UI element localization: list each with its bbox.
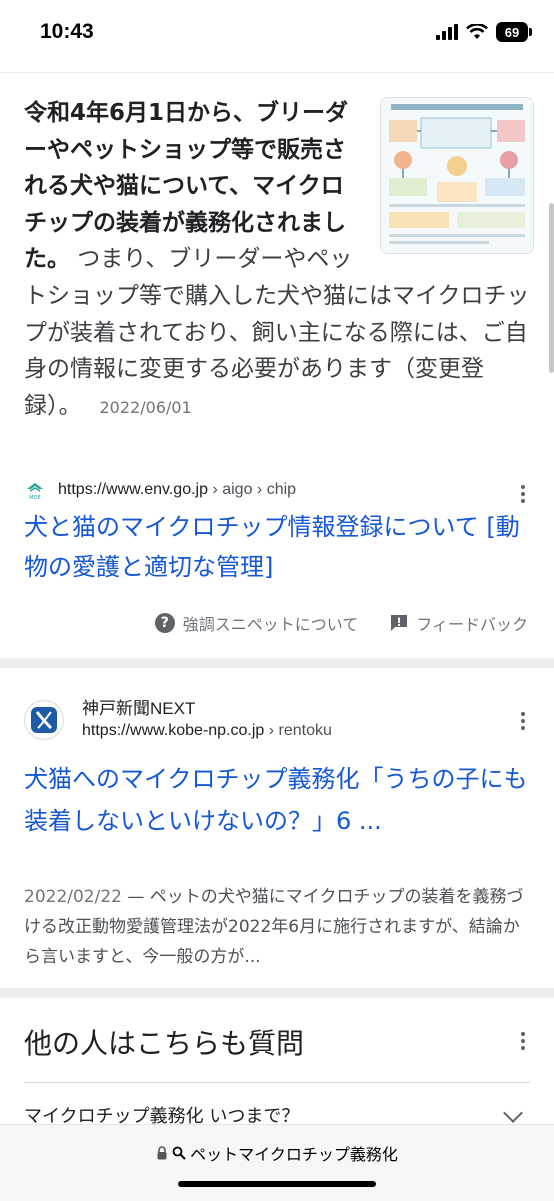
site-url[interactable]: https://www.kobe-np.co.jp › rentoku xyxy=(82,722,332,740)
snippet-source-row[interactable]: MOE https://www.env.go.jp › aigo › chip xyxy=(24,479,296,501)
snippet-footer: ? 強調スニペットについて フィードバック xyxy=(154,611,528,635)
snippet-body-text: つまり、ブリーダーやペットショップ等で購入した犬や猫にはマイクロチップが装着され… xyxy=(24,246,530,419)
snippet-text-block: 令和4年6月1日から、ブリーダーやペットショップ等で販売される犬や猫について、マ… xyxy=(24,95,534,426)
browser-bottom-bar: ペットマイクロチップ義務化 xyxy=(0,1124,554,1201)
snippet-date: 2022/06/01 xyxy=(99,397,192,417)
clock: 10:43 xyxy=(40,20,94,43)
featured-snippet-card: 令和4年6月1日から、ブリーダーやペットショップ等で販売される犬や猫について、マ… xyxy=(0,72,554,659)
result-snippet: 2022/02/22 — ペットの犬や猫にマイクロチップの装着を義務づける改正動… xyxy=(24,887,524,967)
feedback-icon xyxy=(391,615,408,631)
section-divider xyxy=(0,658,554,668)
env-favicon-icon: MOE xyxy=(24,479,46,501)
battery-icon: 69 xyxy=(496,22,532,42)
people-also-ask-section: 他の人はこちらも質問 マイクロチップ義務化 いつまで？ xyxy=(0,998,554,1128)
snippet-more-options-icon[interactable] xyxy=(520,485,526,503)
snippet-source-url: https://www.env.go.jp › aigo › chip xyxy=(58,481,297,498)
paa-divider xyxy=(24,1082,530,1083)
people-also-ask-title: 他の人はこちらも質問 xyxy=(24,1027,305,1060)
snippet-result-title-link[interactable]: 犬と猫のマイクロチップ情報登録について [動物の愛護と適切な管理] xyxy=(24,507,534,587)
svg-text:MOE: MOE xyxy=(29,495,40,501)
status-bar: 10:43 69 xyxy=(0,0,554,70)
lock-icon xyxy=(157,1146,167,1160)
snippet-thumbnail[interactable] xyxy=(380,97,534,254)
result-title-link[interactable]: 犬猫へのマイクロチップ義務化「うちの子にも装着しないといけないの？」6 ... xyxy=(24,758,534,842)
wifi-icon xyxy=(466,24,488,39)
chevron-down-icon[interactable] xyxy=(503,1103,523,1123)
home-indicator[interactable] xyxy=(178,1181,376,1187)
section-divider xyxy=(0,988,554,998)
paa-more-options-icon[interactable] xyxy=(520,1032,526,1050)
site-name: 神戸新聞NEXT xyxy=(82,699,196,718)
cellular-signal-icon xyxy=(436,24,458,40)
search-icon xyxy=(172,1146,186,1160)
search-result-card: 神戸新聞NEXT https://www.kobe-np.co.jp › ren… xyxy=(0,668,554,988)
scrollbar[interactable] xyxy=(549,203,554,373)
address-bar[interactable]: ペットマイクロチップ義務化 xyxy=(0,1141,554,1165)
about-snippet-button[interactable]: ? 強調スニペットについて xyxy=(154,611,358,635)
infographic-image xyxy=(381,98,533,253)
feedback-button[interactable]: フィードバック xyxy=(390,611,528,635)
address-text: ペットマイクロチップ義務化 xyxy=(190,1145,398,1164)
help-circle-icon: ? xyxy=(154,613,175,633)
kobe-np-favicon-icon xyxy=(24,700,64,740)
status-icons: 69 xyxy=(436,22,532,42)
result-more-options-icon[interactable] xyxy=(520,712,526,730)
